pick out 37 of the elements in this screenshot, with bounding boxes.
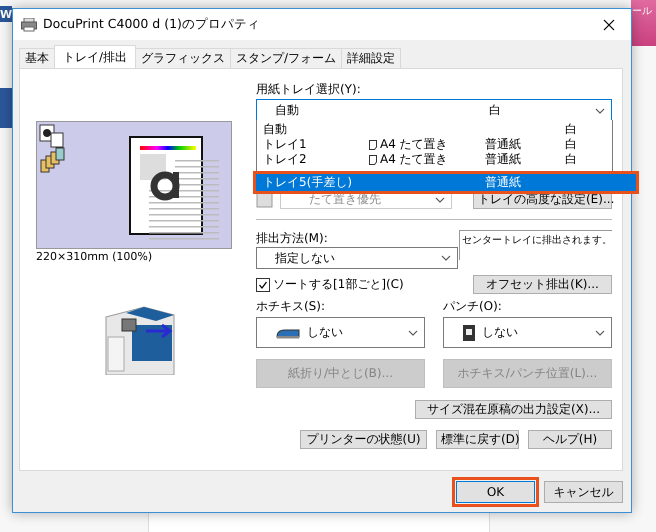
field-label: 用紙トレイ選択(Y): xyxy=(256,81,362,96)
sidebar-strip xyxy=(0,88,12,128)
stapler-icon xyxy=(275,326,301,338)
field-label: ホチキス(S): xyxy=(256,298,326,313)
info-text: センタートレイに排出されます。 xyxy=(459,230,612,260)
paper-tray-dropdown[interactable]: 自動 白 xyxy=(256,99,612,122)
chevron-down-icon xyxy=(441,255,451,261)
dialog-button[interactable]: キャンセル xyxy=(544,481,623,503)
hole-punch-icon xyxy=(462,324,476,342)
punch-dropdown[interactable]: しない xyxy=(443,317,612,348)
field-label: パンチ(O): xyxy=(443,298,503,313)
dropdown-option[interactable]: トレイ2 A4 たて置き 普通紙 白 xyxy=(257,152,612,167)
dropdown-option[interactable]: 自動 白 xyxy=(257,122,612,137)
dropdown-option[interactable]: トレイ1 A4 たて置き 普通紙 白 xyxy=(257,137,612,152)
mixed-size-button[interactable]: サイズ混在原稿の出力設定(X)... xyxy=(415,400,612,419)
tab[interactable]: 詳細設定 xyxy=(341,48,402,68)
dropdown-option[interactable]: トレイ5(手差し) 普通紙 xyxy=(255,173,637,192)
staple-dropdown[interactable]: しない xyxy=(256,317,425,348)
checkmark-icon xyxy=(258,280,268,290)
chevron-down-icon xyxy=(408,330,418,336)
checkbox[interactable] xyxy=(256,278,270,292)
chevron-down-icon xyxy=(595,108,605,114)
checkbox-label: ソートする[1部ごと](C) xyxy=(273,276,404,293)
offset-output-button[interactable]: オフセット排出(K)... xyxy=(473,275,612,294)
printer-icon xyxy=(21,18,37,32)
tab[interactable]: 基本 xyxy=(19,48,55,68)
output-method-dropdown[interactable]: 指定しない xyxy=(256,247,458,269)
tab[interactable]: トレイ/排出 xyxy=(54,45,136,68)
action-button[interactable]: 標準に戻す(D) xyxy=(436,430,519,449)
chevron-down-icon xyxy=(435,196,445,202)
window-title: DocuPrint C4000 d (1)のプロパティ xyxy=(43,16,261,33)
app-icon[interactable]: W xyxy=(0,6,12,22)
field-label: 排出方法(M): xyxy=(256,230,329,245)
chevron-down-icon xyxy=(595,330,605,336)
action-button[interactable]: プリンターの状態(U) xyxy=(300,430,427,449)
paper-size-caption: 220×310mm (100%) xyxy=(36,250,152,263)
action-button[interactable]: ヘルプ(H) xyxy=(528,430,612,449)
